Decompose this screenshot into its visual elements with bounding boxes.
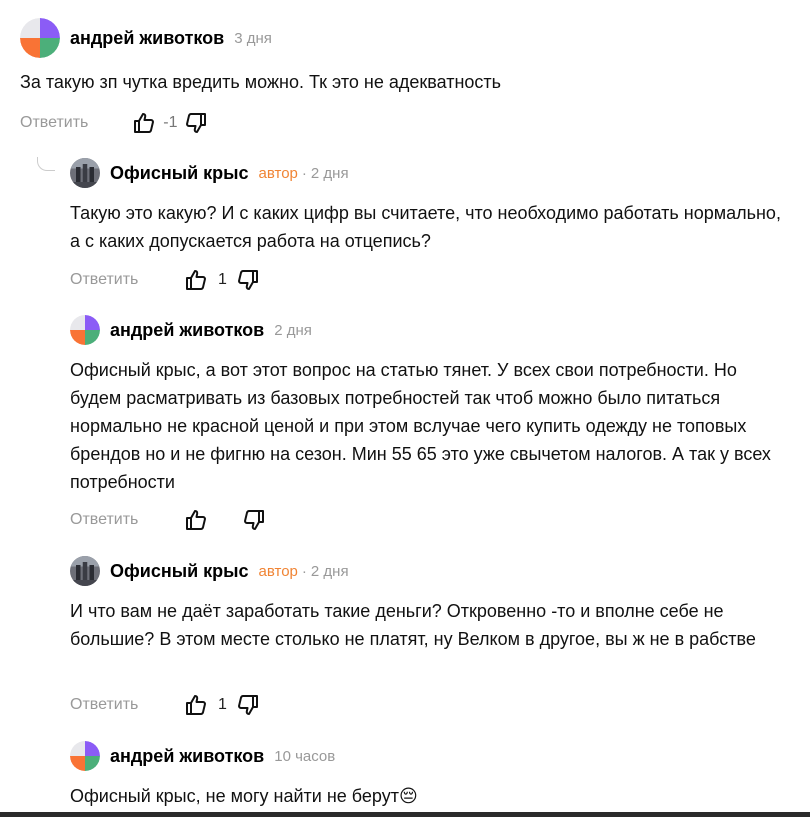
reply-button[interactable]: Ответить xyxy=(20,114,88,132)
comment-header: Офисный крыс автор · 2 дня xyxy=(70,551,349,591)
separator-dot: · xyxy=(301,562,307,580)
author-badge: автор xyxy=(258,562,298,580)
reply-button[interactable]: Ответить xyxy=(70,696,138,714)
comment-actions: Ответить xyxy=(70,505,266,535)
thumbs-up-icon[interactable] xyxy=(184,508,208,532)
author-name[interactable]: андрей животков xyxy=(70,28,224,49)
thumbs-down-icon[interactable] xyxy=(184,111,208,135)
timestamp: 2 дня xyxy=(310,562,349,580)
comment-actions: Ответить 1 xyxy=(70,265,260,295)
comment-text: Такую это какую? И с каких цифр вы счита… xyxy=(70,203,781,251)
bottom-edge xyxy=(0,812,810,817)
thread-connector-icon xyxy=(37,157,55,171)
comment-text: Офисный крыс, а вот этот вопрос на стать… xyxy=(70,360,771,492)
author-name[interactable]: Офисный крыс xyxy=(110,163,249,184)
sad-emoji-icon: 😔 xyxy=(398,786,418,806)
avatar[interactable] xyxy=(70,315,100,345)
author-name[interactable]: андрей животков xyxy=(110,746,264,767)
comment-header: андрей животков 3 дня xyxy=(20,18,272,58)
thumbs-down-icon[interactable] xyxy=(236,693,260,717)
thumbs-up-icon[interactable] xyxy=(184,693,208,717)
comment-text: За такую зп чутка вредить можно. Тк это … xyxy=(20,72,502,92)
comment-text: Офисный крыс, не могу найти не берут😔 xyxy=(70,782,790,810)
timestamp: 10 часов xyxy=(274,747,336,765)
thumbs-up-icon[interactable] xyxy=(132,111,156,135)
comment-header: Офисный крыс автор · 2 дня xyxy=(70,153,349,193)
thumbs-down-icon[interactable] xyxy=(236,268,260,292)
avatar[interactable] xyxy=(70,556,100,586)
comment-text-body: Офисный крыс, не могу найти не берут xyxy=(70,786,399,806)
comment-actions: Ответить -1 xyxy=(20,108,208,138)
thumbs-down-icon[interactable] xyxy=(242,508,266,532)
comment-text: И что вам не даёт заработать такие деньг… xyxy=(70,601,756,649)
author-name[interactable]: андрей животков xyxy=(110,320,264,341)
comment-header: андрей животков 10 часов xyxy=(70,736,335,776)
score: 1 xyxy=(217,271,227,288)
comment-actions: Ответить 1 xyxy=(70,690,260,720)
score: 1 xyxy=(217,696,227,713)
timestamp: 3 дня xyxy=(234,29,272,47)
avatar[interactable] xyxy=(20,18,60,58)
separator-dot: · xyxy=(301,164,307,182)
avatar[interactable] xyxy=(70,158,100,188)
timestamp: 2 дня xyxy=(310,164,349,182)
timestamp: 2 дня xyxy=(274,321,312,339)
reply-button[interactable]: Ответить xyxy=(70,271,138,289)
comment-header: андрей животков 2 дня xyxy=(70,310,312,350)
avatar[interactable] xyxy=(70,741,100,771)
author-badge: автор xyxy=(258,164,298,182)
reply-button[interactable]: Ответить xyxy=(70,511,138,529)
thumbs-up-icon[interactable] xyxy=(184,268,208,292)
score: -1 xyxy=(163,114,178,131)
author-name[interactable]: Офисный крыс xyxy=(110,561,249,582)
